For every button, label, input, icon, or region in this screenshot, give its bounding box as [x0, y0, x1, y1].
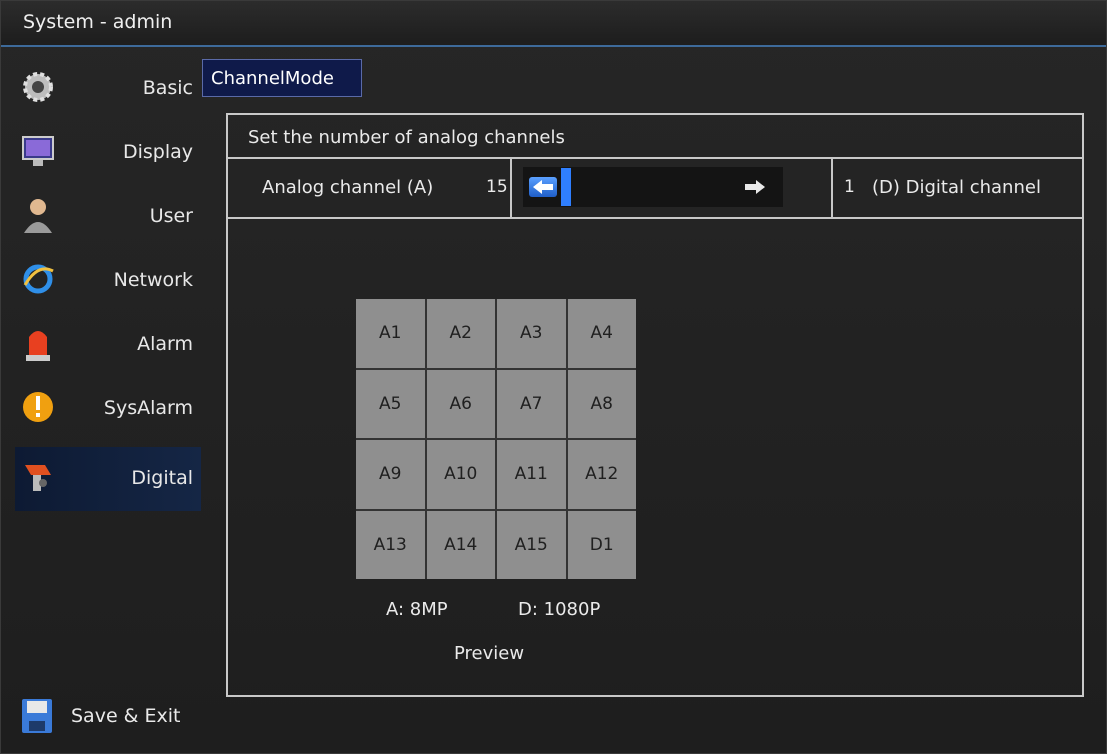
analog-resolution: A: 8MP: [386, 599, 448, 620]
channel-cell: A7: [497, 369, 566, 438]
sidebar-item-network[interactable]: Network: [15, 249, 201, 313]
channel-preview-grid: A1 A2 A3 A4 A5 A6 A7 A8 A9 A10 A11 A12 A13 A14 A15 D1: [356, 299, 636, 579]
floppy-disk-icon: [22, 699, 52, 733]
divider: [510, 157, 512, 217]
warning-icon: [23, 392, 53, 422]
digital-channel-label: (D) Digital channel: [872, 177, 1041, 198]
channel-cell: A15: [497, 510, 566, 579]
digital-channel-count: 1: [844, 177, 855, 197]
save-exit-label: Save & Exit: [71, 705, 181, 727]
digital-resolution: D: 1080P: [518, 599, 601, 620]
panel-title: Set the number of analog channels: [248, 127, 565, 148]
channel-cell: A6: [426, 369, 495, 438]
channel-cell: A12: [567, 440, 636, 509]
digital-camera-icon: [25, 465, 51, 491]
analog-channel-count: 15: [486, 177, 508, 197]
channel-cell: A2: [426, 299, 495, 368]
channel-cell: A10: [426, 440, 495, 509]
save-exit-button[interactable]: Save & Exit: [19, 695, 219, 741]
channel-cell: A9: [356, 440, 425, 509]
channel-mode-panel: Set the number of analog channels Analog…: [226, 113, 1084, 697]
tab-label: ChannelMode: [211, 68, 334, 89]
sidebar-item-sysalarm[interactable]: SysAlarm: [15, 377, 201, 441]
channel-cell: A14: [426, 510, 495, 579]
tab-channelmode[interactable]: ChannelMode: [202, 59, 362, 97]
panel-header: Set the number of analog channels: [228, 115, 1082, 159]
sidebar-item-user[interactable]: User: [15, 185, 201, 249]
sidebar: Basic Display User Network Alarm SysAlar…: [15, 57, 201, 657]
sidebar-item-label: Display: [122, 141, 193, 163]
divider: [831, 157, 833, 217]
sidebar-item-basic[interactable]: Basic: [15, 57, 201, 121]
user-icon: [24, 199, 52, 233]
window-title: System - admin: [23, 11, 173, 33]
gear-icon: [23, 72, 53, 102]
channel-cell: A11: [497, 440, 566, 509]
analog-channel-label: Analog channel (A): [262, 177, 434, 198]
sidebar-item-label: SysAlarm: [103, 397, 193, 419]
sidebar-item-digital[interactable]: Digital: [15, 447, 201, 511]
sidebar-item-label: Basic: [142, 77, 193, 99]
sidebar-item-label: Alarm: [137, 333, 193, 355]
arrow-left-icon[interactable]: [529, 177, 557, 197]
channel-cell: A4: [567, 299, 636, 368]
system-window: System - admin Basic Display User Networ…: [0, 0, 1107, 754]
sidebar-item-label: User: [149, 205, 193, 227]
sidebar-item-alarm[interactable]: Alarm: [15, 313, 201, 377]
channel-cell: A13: [356, 510, 425, 579]
alarm-light-icon: [26, 331, 50, 361]
sidebar-item-display[interactable]: Display: [15, 121, 201, 185]
channel-cell: A8: [567, 369, 636, 438]
sidebar-item-label: Digital: [131, 467, 193, 489]
sidebar-item-label: Network: [113, 269, 193, 291]
preview-label: Preview: [454, 643, 525, 664]
channel-cell: A1: [356, 299, 425, 368]
arrow-right-icon[interactable]: [743, 177, 769, 197]
network-icon: [23, 264, 54, 294]
channel-row: Analog channel (A) 15 1 (D) Digital chan…: [228, 157, 1082, 219]
slider-thumb[interactable]: [561, 168, 571, 206]
channel-cell: D1: [567, 510, 636, 579]
title-bar: System - admin: [1, 1, 1106, 47]
monitor-icon: [22, 136, 54, 166]
channel-cell: A3: [497, 299, 566, 368]
channel-cell: A5: [356, 369, 425, 438]
channel-slider[interactable]: [523, 167, 783, 207]
